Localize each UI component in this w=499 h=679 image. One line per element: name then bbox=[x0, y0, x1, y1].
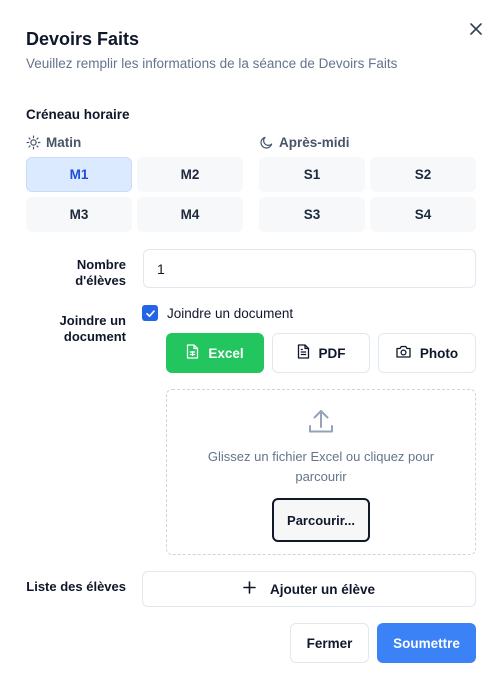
attach-document-checkbox[interactable]: Joindre un document bbox=[142, 305, 293, 321]
slot-m2[interactable]: M2 bbox=[137, 157, 243, 192]
slot-m1[interactable]: M1 bbox=[26, 157, 132, 192]
attachment-label: Joindre un document bbox=[59, 313, 126, 344]
students-count-input[interactable]: 1 bbox=[143, 249, 476, 288]
morning-label: Matin bbox=[46, 135, 82, 150]
dialog-subtitle: Veuillez remplir les informations de la … bbox=[26, 56, 398, 71]
file-type-pdf-label: PDF bbox=[318, 345, 346, 361]
upload-icon bbox=[306, 407, 336, 442]
camera-icon bbox=[396, 345, 411, 361]
moon-icon bbox=[259, 135, 274, 150]
slot-s4[interactable]: S4 bbox=[370, 197, 476, 232]
slot-s3[interactable]: S3 bbox=[259, 197, 365, 232]
dialog-title: Devoirs Faits bbox=[26, 29, 140, 49]
morning-header: Matin bbox=[26, 135, 81, 150]
slot-m3[interactable]: M3 bbox=[26, 197, 132, 232]
document-icon bbox=[297, 344, 310, 362]
afternoon-label: Après-midi bbox=[279, 135, 350, 150]
students-count-label: Nombre d'élèves bbox=[75, 257, 126, 288]
plus-icon bbox=[243, 581, 256, 597]
file-type-pdf-button[interactable]: PDF bbox=[272, 333, 370, 373]
add-student-label: Ajouter un élève bbox=[269, 581, 376, 597]
time-slot-label: Créneau horaire bbox=[26, 107, 130, 122]
file-type-photo-button[interactable]: Photo bbox=[378, 333, 476, 373]
slot-s1[interactable]: S1 bbox=[259, 157, 365, 192]
sun-icon bbox=[26, 135, 41, 150]
dropzone-text: Glissez un fichier Excel ou cliquez pour… bbox=[207, 449, 435, 484]
close-button[interactable]: Fermer bbox=[290, 623, 369, 663]
browse-button[interactable]: Parcourir... bbox=[272, 498, 370, 542]
slot-m4[interactable]: M4 bbox=[137, 197, 243, 232]
students-list-label: Liste des élèves bbox=[26, 579, 126, 594]
file-type-excel-label: Excel bbox=[208, 345, 244, 361]
slot-s2[interactable]: S2 bbox=[370, 157, 476, 192]
add-student-button[interactable]: Ajouter un élève bbox=[142, 571, 476, 607]
submit-button[interactable]: Soumettre bbox=[377, 623, 476, 663]
afternoon-header: Après-midi bbox=[259, 135, 350, 150]
spreadsheet-icon bbox=[186, 344, 199, 362]
devoirs-faits-dialog: Devoirs Faits Veuillez remplir les infor… bbox=[0, 0, 499, 679]
file-type-photo-label: Photo bbox=[419, 345, 459, 361]
checkbox-checked-icon[interactable] bbox=[142, 305, 158, 321]
attach-document-label: Joindre un document bbox=[167, 305, 294, 321]
file-type-excel-button[interactable]: Excel bbox=[166, 333, 264, 373]
file-dropzone[interactable]: Glissez un fichier Excel ou cliquez pour… bbox=[166, 389, 476, 555]
close-icon[interactable] bbox=[466, 19, 486, 39]
